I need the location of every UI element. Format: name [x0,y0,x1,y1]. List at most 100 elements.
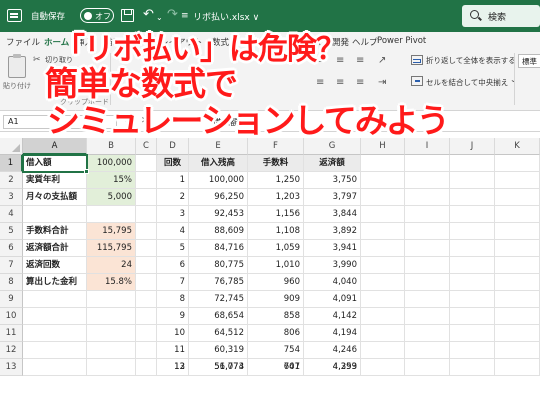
cell[interactable] [405,172,450,189]
cell[interactable] [450,155,495,172]
cell[interactable] [23,206,87,223]
align-middle-icon[interactable]: ≡ [336,55,344,66]
cell[interactable] [405,223,450,240]
name-box-chevron-icon[interactable]: ▾ [124,116,128,124]
row-header[interactable]: 11 [0,325,23,342]
formula-input[interactable]: 借入額 [213,116,239,128]
align-right-icon[interactable]: ≡ [356,77,364,88]
summary-label[interactable]: 返済額合計 [23,240,87,257]
column-header-a[interactable]: A [23,138,87,155]
align-left-icon[interactable]: ≡ [316,77,324,88]
schedule-cell[interactable]: 4 [157,223,189,240]
cell[interactable] [495,172,540,189]
column-header-d[interactable]: D [157,138,189,155]
summary-value[interactable]: 115,795 [87,240,136,257]
column-header-g[interactable]: G [304,138,361,155]
undo-dropdown-icon[interactable]: ⌄ [156,10,163,25]
name-box[interactable]: A1 [3,115,117,129]
cell[interactable] [361,308,405,325]
cancel-entry-icon[interactable]: ✕ [141,116,149,127]
tab-file[interactable]: ファイル [6,36,40,48]
cell[interactable] [405,155,450,172]
schedule-cell[interactable]: 9 [157,308,189,325]
row-header[interactable]: 9 [0,291,23,308]
cell[interactable] [450,189,495,206]
cell[interactable] [136,257,157,274]
row-header[interactable]: 3 [0,189,23,206]
schedule-cell[interactable]: 4,142 [304,308,361,325]
schedule-cell[interactable]: 3 [157,206,189,223]
schedule-cell[interactable]: 72,745 [189,291,248,308]
cell[interactable] [361,172,405,189]
schedule-cell[interactable]: 5 [157,240,189,257]
summary-value[interactable]: 15,795 [87,223,136,240]
cell[interactable] [405,325,450,342]
cell[interactable] [87,206,136,223]
cell[interactable] [450,274,495,291]
cell[interactable] [361,342,405,359]
cell[interactable] [405,240,450,257]
cell[interactable] [450,257,495,274]
schedule-cell[interactable]: 1,059 [248,240,304,257]
tab-developer[interactable]: 開発 [332,36,349,48]
tab-insert[interactable]: 挿入 [76,36,93,48]
schedule-cell[interactable]: 10 [157,325,189,342]
column-header-b[interactable]: B [87,138,136,155]
cell[interactable] [405,257,450,274]
column-header-k[interactable]: K [495,138,540,155]
schedule-cell[interactable]: 3,797 [304,189,361,206]
summary-label[interactable]: 実質年利 [23,172,87,189]
cell[interactable] [405,308,450,325]
undo-icon[interactable]: ↶ [143,7,154,22]
cell[interactable] [495,274,540,291]
schedule-cell[interactable]: 11 [157,342,189,359]
cell[interactable] [495,291,540,308]
schedule-cell[interactable]: 806 [248,325,304,342]
cell[interactable] [361,325,405,342]
schedule-cell[interactable]: 68,654 [189,308,248,325]
number-format-select[interactable]: 標準 [518,54,540,68]
summary-value[interactable]: 15.8% [87,274,136,291]
schedule-header[interactable]: 手数料 [248,155,304,172]
cell[interactable] [136,359,157,376]
schedule-cell[interactable]: 92,453 [189,206,248,223]
schedule-cell[interactable]: 100,000 [189,172,248,189]
summary-value[interactable]: 100,000 [87,155,136,172]
schedule-cell[interactable]: 80,775 [189,257,248,274]
row-header[interactable]: 13 [0,359,23,376]
tab-review[interactable]: 校閲 [276,36,293,48]
cell[interactable] [87,342,136,359]
cell[interactable] [23,342,87,359]
cell[interactable] [495,257,540,274]
cell[interactable] [136,206,157,223]
schedule-cell[interactable]: 1 [157,172,189,189]
schedule-cell[interactable]: 858 [248,308,304,325]
summary-label[interactable]: 手数料合計 [23,223,87,240]
row-header[interactable]: 4 [0,206,23,223]
schedule-cell[interactable]: 647 [248,359,304,376]
schedule-cell[interactable]: 1,203 [248,189,304,206]
schedule-cell[interactable]: 64,512 [189,325,248,342]
schedule-cell[interactable]: 4,246 [304,342,361,359]
cell[interactable] [136,155,157,172]
cut-label[interactable]: 切り取り [45,55,73,65]
cell[interactable] [405,342,450,359]
row-header[interactable]: 12 [0,342,23,359]
cell[interactable] [136,325,157,342]
cell[interactable] [361,206,405,223]
summary-label[interactable]: 借入額 [22,154,88,173]
customize-qat-icon[interactable]: ≡ [181,9,189,24]
schedule-cell[interactable]: 13 [157,359,189,376]
cell[interactable] [495,308,540,325]
cell[interactable] [450,325,495,342]
cell[interactable] [450,359,495,376]
cell[interactable] [361,223,405,240]
cell[interactable] [495,155,540,172]
schedule-cell[interactable]: 96,250 [189,189,248,206]
row-header[interactable]: 7 [0,257,23,274]
cell[interactable] [136,172,157,189]
schedule-cell[interactable]: 2 [157,189,189,206]
schedule-header[interactable]: 返済額 [304,155,361,172]
schedule-cell[interactable]: 4,194 [304,325,361,342]
autosave-toggle[interactable]: オフ [80,8,114,23]
